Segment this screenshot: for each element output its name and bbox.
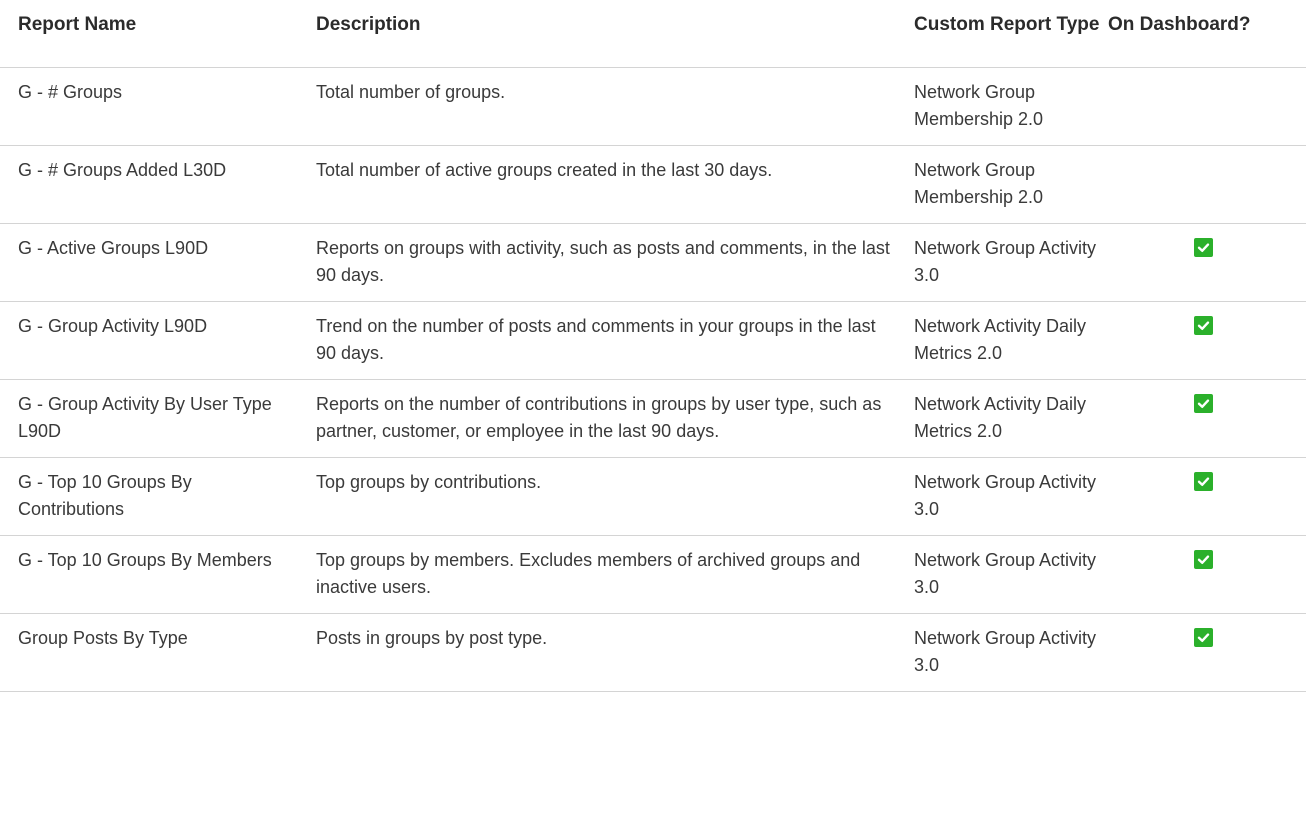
table-row: Group Posts By Type Posts in groups by p…	[0, 613, 1306, 692]
report-description: Posts in groups by post type.	[316, 628, 548, 648]
report-name[interactable]: G - Group Activity By User Type L90D	[18, 391, 300, 445]
custom-report-type: Network Group Activity 3.0	[914, 472, 1097, 519]
checkbox-checked-icon	[1193, 550, 1213, 569]
table-row: G - Active Groups L90D Reports on groups…	[0, 223, 1306, 302]
report-description: Total number of active groups created in…	[316, 160, 773, 180]
on-dashboard-cell	[1108, 457, 1306, 536]
table-row: G - Group Activity L90D Trend on the num…	[0, 301, 1306, 380]
reports-table: Report Name Description Custom Report Ty…	[0, 0, 1306, 692]
report-type-cell: Network Group Membership 2.0	[906, 145, 1108, 224]
report-name-cell[interactable]: G - # Groups	[0, 67, 308, 146]
report-name-cell[interactable]: G - Top 10 Groups By Contributions	[0, 457, 308, 536]
report-description: Reports on groups with activity, such as…	[316, 238, 890, 285]
checkbox-checked-icon	[1193, 394, 1213, 413]
description-cell: Top groups by members. Excludes members …	[308, 535, 906, 614]
table-row: G - Top 10 Groups By Contributions Top g…	[0, 457, 1306, 536]
custom-report-type: Network Group Activity 3.0	[914, 550, 1097, 597]
custom-report-type: Network Group Membership 2.0	[914, 160, 1044, 207]
checkbox-checked-icon	[1193, 628, 1213, 647]
checkbox-checked-icon	[1193, 316, 1213, 335]
custom-report-type: Network Activity Daily Metrics 2.0	[914, 394, 1087, 441]
report-name[interactable]: G - Active Groups L90D	[18, 235, 300, 262]
report-description: Total number of groups.	[316, 82, 506, 102]
report-name-cell[interactable]: G - Group Activity By User Type L90D	[0, 379, 308, 458]
report-name-cell[interactable]: G - Group Activity L90D	[0, 301, 308, 380]
report-name-cell[interactable]: G - Active Groups L90D	[0, 223, 308, 302]
custom-report-type: Network Group Activity 3.0	[914, 628, 1097, 675]
report-name[interactable]: G - # Groups Added L30D	[18, 157, 300, 184]
on-dashboard-cell	[1108, 379, 1306, 458]
header-on-dashboard: On Dashboard?	[1108, 0, 1306, 68]
report-name-cell[interactable]: Group Posts By Type	[0, 613, 308, 692]
table-header: Report Name Description Custom Report Ty…	[0, 0, 1306, 68]
report-description: Reports on the number of contributions i…	[316, 394, 882, 441]
report-type-cell: Network Group Activity 3.0	[906, 223, 1108, 302]
report-type-cell: Network Group Activity 3.0	[906, 457, 1108, 536]
table-row: G - Top 10 Groups By Members Top groups …	[0, 535, 1306, 614]
report-type-cell: Network Group Activity 3.0	[906, 613, 1108, 692]
on-dashboard-cell	[1108, 535, 1306, 614]
report-name[interactable]: G - Top 10 Groups By Members	[18, 547, 300, 574]
header-row: Report Name Description Custom Report Ty…	[0, 0, 1306, 68]
description-cell: Posts in groups by post type.	[308, 613, 906, 692]
report-name-cell[interactable]: G - # Groups Added L30D	[0, 145, 308, 224]
report-name[interactable]: G - Top 10 Groups By Contributions	[18, 469, 300, 523]
description-cell: Reports on the number of contributions i…	[308, 379, 906, 458]
report-description: Top groups by contributions.	[316, 472, 542, 492]
report-name[interactable]: G - Group Activity L90D	[18, 313, 300, 340]
checkbox-checked-icon	[1193, 472, 1213, 491]
report-name-cell[interactable]: G - Top 10 Groups By Members	[0, 535, 308, 614]
on-dashboard-cell	[1108, 223, 1306, 302]
header-report-name: Report Name	[0, 0, 308, 68]
report-description: Top groups by members. Excludes members …	[316, 550, 861, 597]
table-row: G - Group Activity By User Type L90D Rep…	[0, 379, 1306, 458]
description-cell: Total number of groups.	[308, 67, 906, 146]
header-description: Description	[308, 0, 906, 68]
description-cell: Trend on the number of posts and comment…	[308, 301, 906, 380]
on-dashboard-cell	[1108, 301, 1306, 380]
on-dashboard-cell	[1108, 67, 1306, 146]
on-dashboard-cell	[1108, 613, 1306, 692]
report-description: Trend on the number of posts and comment…	[316, 316, 876, 363]
custom-report-type: Network Activity Daily Metrics 2.0	[914, 316, 1087, 363]
header-custom-report-type: Custom Report Type	[906, 0, 1108, 68]
checkbox-checked-icon	[1193, 238, 1213, 257]
description-cell: Top groups by contributions.	[308, 457, 906, 536]
report-type-cell: Network Activity Daily Metrics 2.0	[906, 379, 1108, 458]
table-row: G - # Groups Total number of groups. Net…	[0, 67, 1306, 146]
report-type-cell: Network Activity Daily Metrics 2.0	[906, 301, 1108, 380]
table-row: G - # Groups Added L30D Total number of …	[0, 145, 1306, 224]
report-name[interactable]: Group Posts By Type	[18, 625, 300, 652]
report-name[interactable]: G - # Groups	[18, 79, 300, 106]
on-dashboard-cell	[1108, 145, 1306, 224]
custom-report-type: Network Group Activity 3.0	[914, 238, 1097, 285]
description-cell: Reports on groups with activity, such as…	[308, 223, 906, 302]
report-type-cell: Network Group Membership 2.0	[906, 67, 1108, 146]
custom-report-type: Network Group Membership 2.0	[914, 82, 1044, 129]
description-cell: Total number of active groups created in…	[308, 145, 906, 224]
table-body: G - # Groups Total number of groups. Net…	[0, 67, 1306, 692]
report-type-cell: Network Group Activity 3.0	[906, 535, 1108, 614]
